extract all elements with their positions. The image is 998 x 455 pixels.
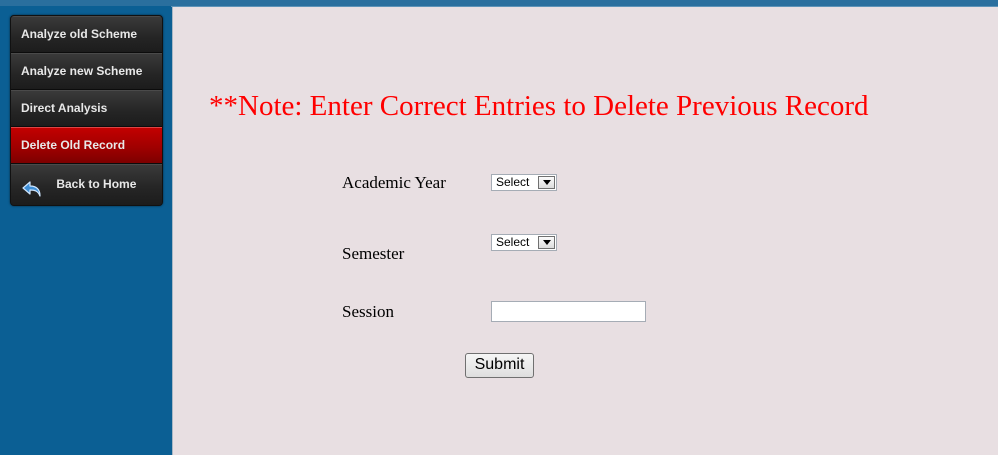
semester-label: Semester xyxy=(342,244,405,263)
sidebar-item-analyze-old-scheme[interactable]: Analyze old Scheme xyxy=(11,16,162,53)
session-input[interactable] xyxy=(491,301,646,322)
main-content: **Note: Enter Correct Entries to Delete … xyxy=(172,7,998,455)
academic-year-select-value: Select xyxy=(496,175,530,189)
chevron-down-icon xyxy=(538,176,555,189)
sidebar-item-label: Direct Analysis xyxy=(21,101,108,115)
academic-year-select[interactable]: Select xyxy=(491,174,557,191)
back-arrow-icon xyxy=(21,175,43,197)
semester-select-value: Select xyxy=(496,235,530,249)
sidebar-item-label: Analyze new Scheme xyxy=(21,64,143,78)
sidebar-item-label: Delete Old Record xyxy=(21,138,126,152)
sidebar-menu: Analyze old Scheme Analyze new Scheme Di… xyxy=(10,15,163,206)
sidebar-item-analyze-new-scheme[interactable]: Analyze new Scheme xyxy=(11,53,162,90)
chevron-down-icon xyxy=(538,236,555,249)
academic-year-label: Academic Year xyxy=(342,173,446,192)
semester-select[interactable]: Select xyxy=(491,234,557,251)
sidebar-item-label: Analyze old Scheme xyxy=(21,27,138,41)
delete-note-heading: **Note: Enter Correct Entries to Delete … xyxy=(209,90,869,122)
sidebar-item-back-to-home[interactable]: Back to Home xyxy=(11,164,162,205)
session-label: Session xyxy=(342,302,394,321)
submit-button[interactable]: Submit xyxy=(465,353,534,378)
sidebar-item-label: Back to Home xyxy=(56,177,137,191)
sidebar-item-delete-old-record[interactable]: Delete Old Record xyxy=(11,127,162,164)
sidebar: Analyze old Scheme Analyze new Scheme Di… xyxy=(0,6,171,455)
sidebar-item-direct-analysis[interactable]: Direct Analysis xyxy=(11,90,162,127)
